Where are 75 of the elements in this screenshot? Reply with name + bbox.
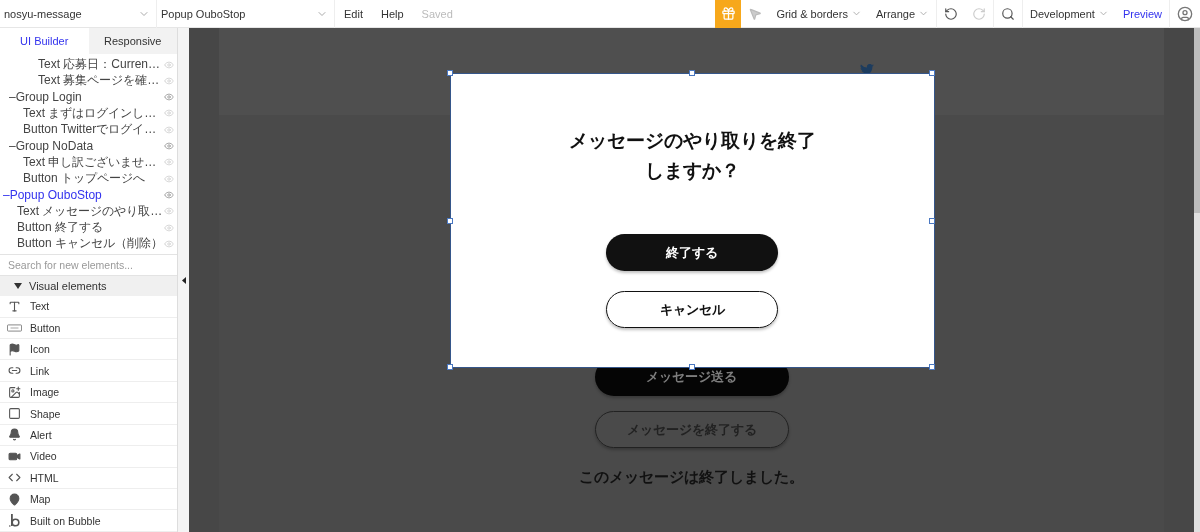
palette-item[interactable]: Alert <box>0 424 177 447</box>
eye-icon <box>164 108 174 119</box>
mode-select[interactable]: Development <box>1022 0 1116 28</box>
palette-item[interactable]: Shape <box>0 403 177 425</box>
section-header[interactable]: Visual elements <box>0 275 177 297</box>
flag-icon <box>8 342 21 356</box>
preview-link[interactable]: Preview <box>1115 0 1169 28</box>
tree-item[interactable]: Button キャンセル（削除） <box>0 235 177 252</box>
resize-handle[interactable] <box>928 364 935 370</box>
resize-handle[interactable] <box>928 70 935 76</box>
search-icon <box>1001 6 1016 21</box>
resize-handle[interactable] <box>446 364 453 370</box>
user-icon <box>1177 5 1193 22</box>
square-icon <box>8 407 21 420</box>
eye-icon <box>164 75 174 86</box>
tree-item[interactable]: Text 募集ページを確… <box>0 72 177 89</box>
undo-icon <box>944 6 959 21</box>
image-icon <box>8 385 21 399</box>
eye-icon <box>164 59 174 70</box>
menu-item[interactable]: Edit <box>335 7 372 20</box>
tree-item[interactable]: Button 終了する <box>0 219 177 236</box>
tree-item[interactable]: Button トップページへ <box>0 170 177 187</box>
search-field[interactable]: Search for new elements... <box>0 254 177 276</box>
resize-handle[interactable] <box>446 218 453 224</box>
redo-icon <box>972 6 987 21</box>
page-select[interactable]: Popup OuboStop <box>157 0 335 28</box>
collapse-icon <box>181 276 186 284</box>
menu-item[interactable]: Help <box>371 7 413 20</box>
eye-icon <box>164 222 174 233</box>
eye-icon <box>164 157 174 168</box>
status-message: このメッセージは終了しました。 <box>579 468 804 487</box>
tree-item[interactable]: Text まずはログインし… <box>0 105 177 122</box>
palette-item[interactable]: Icon <box>0 339 177 361</box>
resize-handle[interactable] <box>688 70 695 76</box>
arrange-menu[interactable]: Arrange <box>868 0 937 28</box>
tree-item[interactable]: –Group Login <box>0 89 177 106</box>
eye-icon <box>164 92 174 103</box>
bell-icon <box>8 428 21 442</box>
tree-item[interactable]: Text メッセージのやり取… <box>0 203 177 220</box>
eye-icon <box>164 173 174 184</box>
tree-item[interactable]: –Group NoData <box>0 137 177 155</box>
palette-item[interactable]: Video <box>0 446 177 468</box>
tree-item[interactable]: Text 応募日：Curren… <box>0 56 177 73</box>
palette-item[interactable]: Map <box>0 489 177 511</box>
scrollbar-thumb[interactable] <box>1194 28 1200 213</box>
grid-menu[interactable]: Grid & borders <box>769 0 869 28</box>
gift-icon <box>720 6 736 21</box>
caret-icon <box>14 282 22 289</box>
palette-item[interactable]: Image <box>0 381 177 404</box>
tree-item[interactable]: Text 申し訳ございませ… <box>0 154 177 171</box>
bubble-logo-icon <box>9 514 20 528</box>
popup-title: メッセージのやり取りを終了 しますか？ <box>568 129 816 183</box>
eye-icon <box>164 189 174 200</box>
primary-button[interactable]: 終了する <box>606 234 778 271</box>
eye-icon <box>164 141 174 152</box>
palette-item[interactable]: HTML <box>0 467 177 490</box>
button-icon <box>7 323 22 332</box>
eye-icon <box>164 206 174 217</box>
resize-handle[interactable] <box>688 364 695 370</box>
eye-icon <box>164 124 174 135</box>
palette-item[interactable]: Link <box>0 360 177 382</box>
tree-item[interactable]: –Popup OuboStop <box>0 186 177 204</box>
text-icon <box>8 299 21 313</box>
palette-item[interactable]: Built on Bubble <box>0 510 177 532</box>
cursor-icon <box>748 6 763 21</box>
save-status: Saved <box>420 7 454 20</box>
resize-handle[interactable] <box>928 218 935 224</box>
sidebar-tab[interactable]: Responsive <box>88 28 177 55</box>
palette-item[interactable]: Button <box>0 317 177 339</box>
map-pin-icon <box>8 492 21 506</box>
app-select[interactable]: nosyu-message <box>0 0 157 28</box>
eye-icon <box>164 238 174 249</box>
palette-item[interactable]: Text <box>0 296 177 318</box>
tree-item[interactable]: Button Twitterでログイ… <box>0 121 177 138</box>
resize-handle[interactable] <box>446 70 453 76</box>
